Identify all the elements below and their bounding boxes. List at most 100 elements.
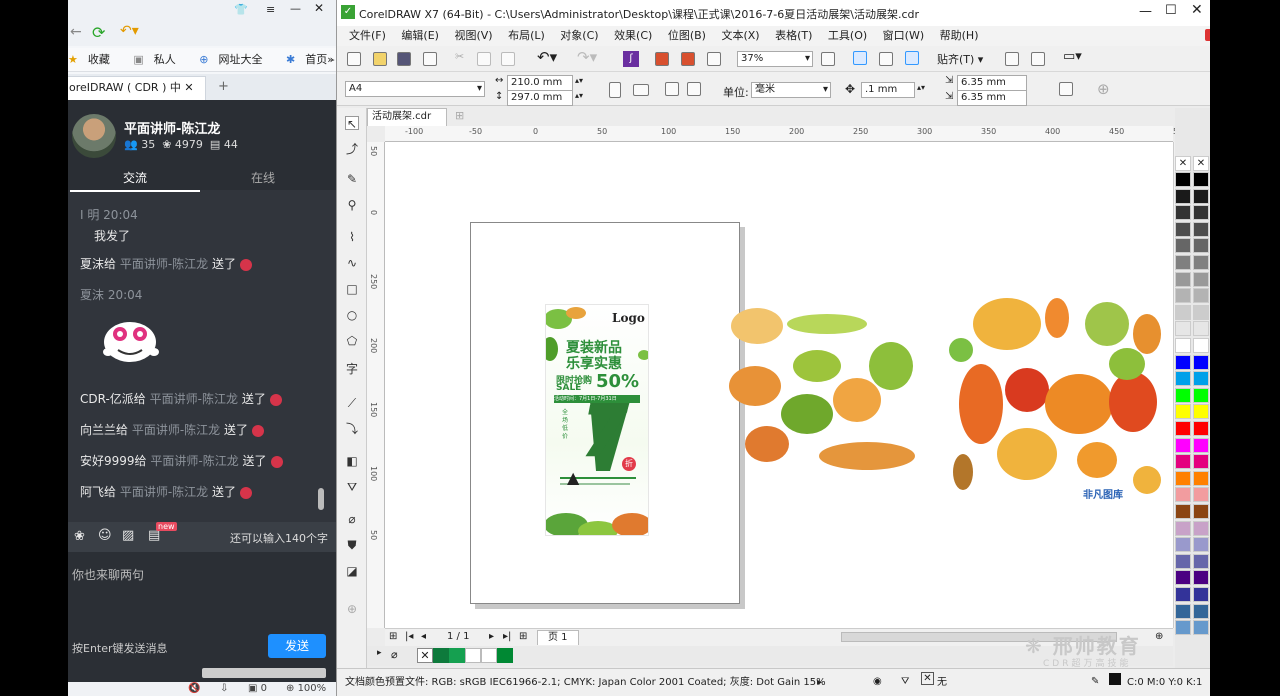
redo-icon[interactable]: ↷▾ (577, 48, 597, 66)
doc-swatch[interactable] (481, 648, 497, 663)
color-swatch[interactable] (1193, 437, 1209, 453)
private-item[interactable]: ▣ 私人 (133, 48, 185, 72)
parallel-dimension-icon[interactable]: ⟋ (345, 396, 359, 410)
image-icon[interactable]: ▨ (122, 528, 134, 543)
color-swatch[interactable] (1175, 205, 1191, 221)
duplicate-y-field[interactable]: 6.35 mm (957, 90, 1027, 106)
width-spinner[interactable]: ▴▾ (575, 76, 583, 85)
color-swatch[interactable] (1193, 553, 1209, 569)
emoji-icon[interactable]: ☺ (98, 528, 112, 543)
menu-layout[interactable]: 布局(L) (508, 26, 545, 46)
show-guidelines-icon[interactable] (905, 51, 919, 65)
color-swatch[interactable] (1175, 221, 1191, 237)
pick-tool-icon[interactable]: ↖ (345, 116, 359, 131)
color-swatch[interactable] (1175, 371, 1191, 387)
color-swatch[interactable] (1193, 221, 1209, 237)
favorites-item[interactable]: ★ 收藏 (68, 48, 120, 72)
color-swatch[interactable] (1175, 188, 1191, 204)
color-swatch[interactable] (1193, 404, 1209, 420)
color-swatch[interactable] (1193, 620, 1209, 636)
close-icon[interactable]: ✕ (1191, 2, 1203, 18)
color-swatch[interactable] (1193, 255, 1209, 270)
color-swatch[interactable] (1175, 354, 1191, 370)
zoom-select[interactable]: 37% ▾ (737, 51, 813, 67)
portrait-icon[interactable] (609, 82, 621, 98)
color-swatch[interactable] (1193, 205, 1209, 221)
download-icon[interactable]: ⇩ (220, 683, 228, 694)
color-swatch[interactable] (1175, 587, 1191, 602)
cut-icon[interactable]: ✂ (455, 50, 464, 63)
minimize-icon[interactable]: — (1139, 4, 1152, 19)
color-swatch[interactable] (1193, 338, 1209, 353)
app-launcher-icon[interactable] (1031, 52, 1045, 66)
leaves-image-2[interactable] (947, 294, 1167, 510)
refresh-icon[interactable]: ⟳ (92, 23, 105, 42)
back-icon[interactable]: ← (70, 24, 82, 40)
nudge-spinner[interactable]: ▴▾ (917, 83, 925, 92)
add-page-icon[interactable]: ⊞ (389, 629, 397, 645)
fill-tool-icon[interactable]: ⛊ (345, 538, 359, 552)
color-swatch[interactable] (1175, 520, 1191, 536)
color-palette[interactable]: ✕ ✕ (1175, 108, 1211, 668)
all-pages-icon[interactable] (665, 82, 679, 96)
skin-icon[interactable]: 👕 (234, 3, 248, 16)
color-swatch[interactable] (1193, 371, 1209, 387)
transparency-tool-icon[interactable]: ⛛ (345, 480, 359, 494)
options-icon[interactable] (1005, 52, 1019, 66)
color-swatch[interactable] (1193, 537, 1209, 553)
full-screen-icon[interactable] (821, 52, 835, 66)
doc-swatch[interactable] (449, 648, 465, 663)
color-swatch[interactable] (1193, 570, 1209, 586)
new-icon[interactable] (347, 52, 361, 66)
color-swatch[interactable] (1193, 304, 1209, 320)
color-swatch[interactable] (1193, 387, 1209, 403)
color-swatch[interactable] (1193, 238, 1209, 254)
menu-file[interactable]: 文件(F) (349, 26, 386, 46)
duplicate-x-field[interactable]: 6.35 mm (957, 75, 1027, 91)
document-tab[interactable]: 活动展架.cdr (367, 108, 447, 126)
nudge-field[interactable]: .1 mm (861, 82, 915, 98)
smart-fill-icon[interactable]: ◪ (345, 564, 359, 578)
undo-icon[interactable]: ↶▾ (537, 48, 557, 66)
browser-tab[interactable]: oreIDRAW ( CDR ) 中 ✕ (68, 76, 206, 100)
show-rulers-icon[interactable] (853, 51, 867, 65)
shape-tool-icon[interactable]: ⤴ (345, 142, 359, 156)
mute-icon[interactable]: 🔇 (188, 683, 200, 694)
save-icon[interactable] (397, 52, 411, 66)
no-color-swatch[interactable]: ✕ (1193, 156, 1209, 171)
landscape-icon[interactable] (633, 84, 649, 96)
color-swatch[interactable] (1193, 504, 1209, 519)
doc-swatch[interactable] (465, 648, 481, 663)
color-swatch[interactable] (1175, 437, 1191, 453)
interactive-fill-icon[interactable]: ◧ (345, 454, 359, 468)
page-size-select[interactable]: A4 ▾ (345, 81, 485, 97)
color-profile-text[interactable]: 文档颜色预置文件: RGB: sRGB IEC61966-2.1; CMYK: … (345, 673, 826, 693)
zoom-tool-icon[interactable]: ⚲ (345, 198, 359, 212)
color-swatch[interactable] (1193, 520, 1209, 536)
color-swatch[interactable] (1175, 620, 1191, 636)
menu-table[interactable]: 表格(T) (775, 26, 812, 46)
menu-text[interactable]: 文本(X) (721, 26, 759, 46)
color-swatch[interactable] (1193, 288, 1209, 304)
horizontal-ruler[interactable]: -100-50050100150200250300350400450500 (385, 126, 1188, 142)
color-swatch[interactable] (1193, 454, 1209, 470)
last-page-icon[interactable]: ▸| (503, 629, 511, 645)
tab-chat[interactable]: 交流 (70, 168, 200, 192)
drawing-canvas[interactable]: Logo 夏装新品 乐享实惠 限时抢购 SALE 50% 活动时间：7月1日-7… (385, 142, 1173, 628)
color-swatch[interactable] (1175, 487, 1191, 503)
color-swatch[interactable] (1193, 470, 1209, 486)
artistic-media-icon[interactable]: ∿ (345, 256, 359, 270)
ellipse-tool-icon[interactable]: ○ (345, 308, 359, 322)
color-swatch[interactable] (1193, 487, 1209, 503)
zoom-scroll-icon[interactable]: ⊕ (1155, 629, 1163, 645)
snap-to-dropdown[interactable]: 贴齐(T) ▾ (937, 51, 983, 67)
color-swatch[interactable] (1175, 321, 1191, 337)
color-swatch[interactable] (1175, 172, 1191, 187)
rectangle-tool-icon[interactable]: □ (345, 282, 359, 296)
color-swatch[interactable] (1175, 338, 1191, 353)
menu-bitmaps[interactable]: 位图(B) (668, 26, 706, 46)
search-content-icon[interactable]: ʃ (623, 51, 639, 67)
tab-online[interactable]: 在线 (198, 168, 328, 192)
treat-as-filled-icon[interactable] (1059, 82, 1073, 96)
freehand-tool-icon[interactable]: ⌇ (345, 230, 359, 244)
